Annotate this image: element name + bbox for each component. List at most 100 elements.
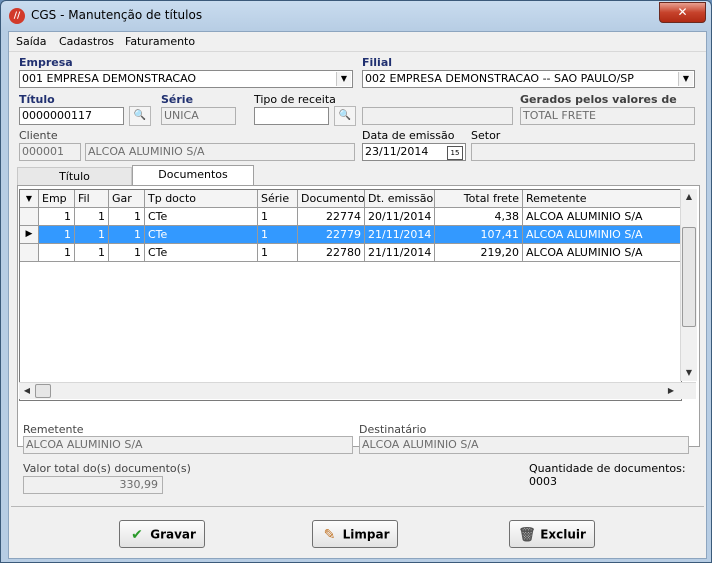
table-row-selected[interactable]: ▶ 1 1 1 CTe 1 22779 21/11/2014 107,41 AL… (20, 226, 681, 244)
gravar-label: Gravar (150, 527, 196, 542)
tab-documentos[interactable]: Documentos (132, 165, 254, 185)
filial-combo[interactable]: 002 EMPRESA DEMONSTRACAO -- SAO PAULO/SP… (362, 70, 695, 88)
cell-dt-emissao[interactable]: 21/11/2014 (365, 226, 435, 244)
search-titulo-icon[interactable]: 🔍 (129, 106, 151, 126)
quantidade-documentos: Quantidade de documentos: 0003 (529, 462, 686, 488)
filial-value: 002 EMPRESA DEMONSTRACAO -- SAO PAULO/SP (365, 72, 634, 85)
cell-remetente[interactable]: ALCOA ALUMINIO S/A (523, 244, 681, 262)
cliente-name-field: ALCOA ALUMINIO S/A (85, 143, 355, 161)
horizontal-scroll-thumb[interactable] (35, 384, 51, 398)
tipo-receita-input[interactable] (254, 107, 329, 125)
data-emissao-label: Data de emissão (362, 129, 455, 142)
menu-bar: Saída Cadastros Faturamento (9, 32, 706, 52)
menu-cadastros[interactable]: Cadastros (59, 35, 114, 48)
scroll-down-icon[interactable]: ▼ (681, 365, 697, 381)
horizontal-scrollbar[interactable]: ◀ ▶ (19, 382, 696, 399)
cell-dt-emissao[interactable]: 20/11/2014 (365, 208, 435, 226)
vertical-scroll-thumb[interactable] (682, 227, 696, 327)
setor-field (471, 143, 695, 161)
scroll-up-icon[interactable]: ▲ (681, 189, 697, 205)
tab-titulo[interactable]: Título (17, 167, 132, 185)
limpar-label: Limpar (342, 527, 390, 542)
eraser-icon: ✎ (323, 526, 336, 543)
remetente-field: ALCOA ALUMINIO S/A (23, 436, 353, 454)
chevron-down-icon[interactable]: ▼ (678, 72, 693, 86)
table-row[interactable]: 1 1 1 CTe 1 22780 21/11/2014 219,20 ALCO… (20, 244, 681, 262)
data-emissao-input[interactable]: 23/11/2014 15 (362, 143, 466, 161)
gravar-button[interactable]: ✔ Gravar (119, 520, 205, 548)
col-fil[interactable]: Fil (75, 190, 109, 208)
data-emissao-value: 23/11/2014 (365, 145, 429, 158)
cell-documento[interactable]: 22779 (298, 226, 365, 244)
table-row[interactable]: 1 1 1 CTe 1 22774 20/11/2014 4,38 ALCOA … (20, 208, 681, 226)
cell-gar[interactable]: 1 (109, 208, 145, 226)
cell-documento[interactable]: 22780 (298, 244, 365, 262)
cell-total-frete[interactable]: 219,20 (435, 244, 523, 262)
close-button[interactable]: ✕ (659, 2, 706, 23)
current-row-arrow-icon[interactable]: ▶ (20, 226, 39, 244)
cell-emp[interactable]: 1 (39, 208, 75, 226)
calendar-icon[interactable]: 15 (447, 146, 463, 160)
col-serie[interactable]: Série (258, 190, 298, 208)
trash-icon: 🗑 (518, 526, 536, 543)
cell-tp-docto[interactable]: CTe (145, 244, 258, 262)
cell-total-frete[interactable]: 107,41 (435, 226, 523, 244)
main-window: // CGS - Manutenção de títulos ✕ Saída C… (0, 0, 712, 563)
title-bar[interactable]: // CGS - Manutenção de títulos ✕ (1, 1, 711, 31)
serie-field: UNICA (161, 107, 236, 125)
col-tp-docto[interactable]: Tp docto (145, 190, 258, 208)
cell-fil[interactable]: 1 (75, 244, 109, 262)
scroll-left-icon[interactable]: ◀ (19, 383, 35, 399)
gerados-field: TOTAL FRETE (520, 107, 695, 125)
scroll-right-icon[interactable]: ▶ (663, 383, 679, 399)
titulo-label: Título (19, 93, 55, 106)
col-total-frete[interactable]: Total frete (435, 190, 523, 208)
chevron-down-icon[interactable]: ▼ (336, 72, 351, 86)
titulo-input[interactable]: 0000000117 (19, 107, 124, 125)
valor-total-field: 330,99 (23, 476, 163, 494)
vertical-scrollbar[interactable]: ▲ ▼ (680, 189, 697, 381)
limpar-button[interactable]: ✎ Limpar (312, 520, 398, 548)
gerados-label: Gerados pelos valores de (520, 93, 677, 106)
checkmark-icon: ✔ (131, 526, 143, 543)
cell-fil[interactable]: 1 (75, 208, 109, 226)
cell-tp-docto[interactable]: CTe (145, 208, 258, 226)
documentos-panel: ▼ Emp Fil Gar Tp docto Série Documento D… (17, 185, 700, 447)
destinatario-field: ALCOA ALUMINIO S/A (359, 436, 689, 454)
documents-grid: ▼ Emp Fil Gar Tp docto Série Documento D… (19, 189, 682, 401)
cell-documento[interactable]: 22774 (298, 208, 365, 226)
cell-remetente[interactable]: ALCOA ALUMINIO S/A (523, 208, 681, 226)
excluir-button[interactable]: 🗑 Excluir (509, 520, 595, 548)
col-remetente[interactable]: Remetente (523, 190, 681, 208)
grid-menu-icon[interactable]: ▼ (20, 190, 39, 208)
destinatario-label: Destinatário (359, 423, 427, 436)
empresa-combo[interactable]: 001 EMPRESA DEMONSTRACAO ▼ (19, 70, 353, 88)
cell-remetente[interactable]: ALCOA ALUMINIO S/A (523, 226, 681, 244)
col-emp[interactable]: Emp (39, 190, 75, 208)
col-documento[interactable]: Documento (298, 190, 365, 208)
cliente-code-field: 000001 (19, 143, 81, 161)
cell-tp-docto[interactable]: CTe (145, 226, 258, 244)
empresa-label: Empresa (19, 56, 73, 69)
cell-serie[interactable]: 1 (258, 208, 298, 226)
tipo-receita-label: Tipo de receita (254, 93, 336, 106)
col-gar[interactable]: Gar (109, 190, 145, 208)
valor-total-label: Valor total do(s) documento(s) (23, 462, 191, 475)
cell-gar[interactable]: 1 (109, 226, 145, 244)
cell-emp[interactable]: 1 (39, 244, 75, 262)
row-indicator[interactable] (20, 208, 39, 226)
cell-serie[interactable]: 1 (258, 226, 298, 244)
menu-saida[interactable]: Saída (16, 35, 47, 48)
empresa-value: 001 EMPRESA DEMONSTRACAO (22, 72, 197, 85)
cell-serie[interactable]: 1 (258, 244, 298, 262)
cell-total-frete[interactable]: 4,38 (435, 208, 523, 226)
col-dt-emissao[interactable]: Dt. emissão (365, 190, 435, 208)
cell-gar[interactable]: 1 (109, 244, 145, 262)
excluir-label: Excluir (540, 527, 586, 542)
cell-dt-emissao[interactable]: 21/11/2014 (365, 244, 435, 262)
menu-faturamento[interactable]: Faturamento (125, 35, 195, 48)
row-indicator[interactable] (20, 244, 39, 262)
search-tipo-receita-icon[interactable]: 🔍 (334, 106, 356, 126)
cell-fil[interactable]: 1 (75, 226, 109, 244)
cell-emp[interactable]: 1 (39, 226, 75, 244)
